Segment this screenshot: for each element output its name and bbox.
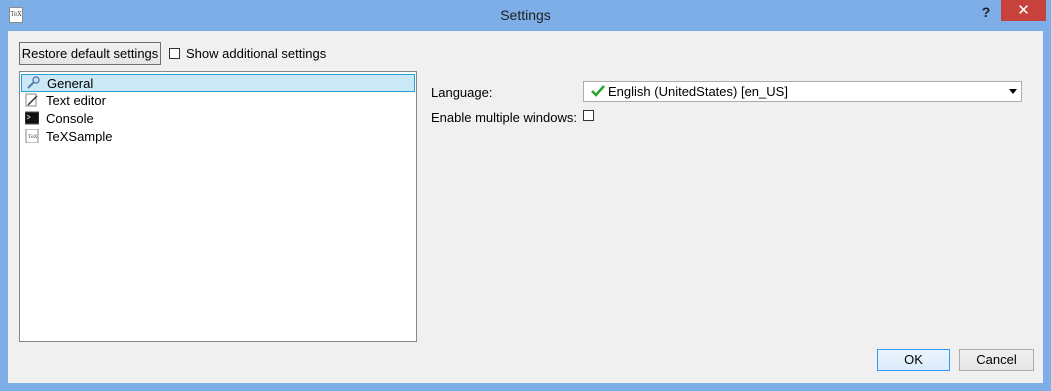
language-value: English (UnitedStates) [en_US] bbox=[608, 84, 788, 99]
language-label: Language: bbox=[431, 85, 493, 100]
terminal-icon bbox=[25, 111, 39, 125]
check-icon bbox=[591, 85, 605, 97]
language-select[interactable]: English (UnitedStates) [en_US] bbox=[583, 81, 1022, 102]
settings-category-tree[interactable]: General Text editor Console TeX TeXSampl… bbox=[19, 71, 417, 342]
svg-text:TeX: TeX bbox=[28, 134, 38, 140]
tree-item-general[interactable]: General bbox=[21, 74, 415, 92]
ok-button[interactable]: OK bbox=[877, 349, 950, 371]
texsample-icon: TeX bbox=[25, 129, 39, 143]
multiple-windows-checkbox[interactable] bbox=[583, 110, 594, 121]
tree-item-texsample[interactable]: TeX TeXSample bbox=[21, 128, 415, 146]
tree-item-label: General bbox=[47, 76, 94, 91]
window-title: Settings bbox=[500, 7, 551, 23]
chevron-down-icon[interactable] bbox=[1009, 89, 1017, 94]
tree-item-label: Console bbox=[46, 111, 94, 126]
close-button[interactable]: ✕ bbox=[1001, 0, 1046, 21]
cancel-button[interactable]: Cancel bbox=[959, 349, 1034, 371]
wrench-icon bbox=[27, 76, 40, 89]
multiple-windows-label: Enable multiple windows: bbox=[431, 110, 577, 125]
tree-item-console[interactable]: Console bbox=[21, 110, 415, 128]
help-button[interactable]: ? bbox=[972, 2, 1000, 22]
pencil-icon bbox=[25, 93, 38, 107]
title-bar[interactable]: TeX Settings ? ✕ bbox=[0, 0, 1051, 31]
settings-window: TeX Settings ? ✕ Restore default setting… bbox=[0, 0, 1051, 391]
restore-defaults-button[interactable]: Restore default settings bbox=[19, 42, 161, 65]
show-additional-label: Show additional settings bbox=[186, 46, 327, 61]
tree-item-label: Text editor bbox=[46, 93, 106, 108]
show-additional-checkbox[interactable] bbox=[169, 48, 180, 59]
dialog-body: Restore default settings Show additional… bbox=[8, 31, 1043, 383]
tree-item-text-editor[interactable]: Text editor bbox=[21, 92, 415, 110]
tree-item-label: TeXSample bbox=[46, 129, 113, 144]
